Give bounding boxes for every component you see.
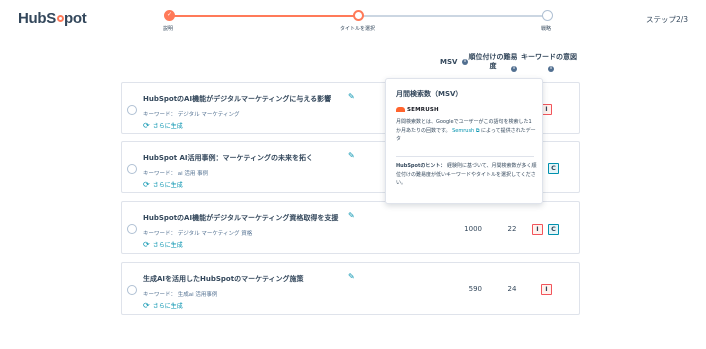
step-2-label: タイトルを選択: [340, 26, 376, 32]
edit-pencil-icon[interactable]: ✎: [348, 211, 355, 220]
check-icon: ✓: [167, 11, 173, 18]
step-2-dot: [353, 10, 364, 21]
title-radio[interactable]: [127, 105, 137, 115]
semrush-link[interactable]: Semrush ⧉: [452, 128, 479, 134]
title-option-text: HubSpotのAI機能がデジタルマーケティングに与える影響: [143, 95, 332, 103]
title-option-card[interactable]: 生成AIを活用したHubSpotのマーケティング施策 ✎ キーワード： 生成ai…: [121, 262, 580, 315]
semrush-logo: SEMRUSH: [396, 107, 439, 113]
tooltip-body: 月間検索数とは、Googleでユーザーがこの語句を検索した1か月あたりの回数です…: [396, 119, 536, 142]
keyword-label: キーワード： 生成ai 活用事例: [143, 292, 218, 298]
intent-tag-informational: I: [532, 224, 543, 235]
stepper-track-pending: [358, 15, 547, 17]
edit-pencil-icon[interactable]: ✎: [348, 151, 355, 160]
step-1-dot[interactable]: ✓: [164, 10, 175, 21]
title-radio[interactable]: [127, 164, 137, 174]
difficulty-value: 22: [507, 225, 517, 233]
keyword-label: キーワード： デジタル マーケティング 資格: [143, 231, 253, 237]
column-header-intent: キーワードの意図: [521, 53, 577, 61]
msv-value: 1000: [464, 225, 482, 233]
edit-pencil-icon[interactable]: ✎: [348, 92, 355, 101]
regenerate-link[interactable]: ⟳ さらに生成: [143, 121, 183, 130]
msv-value: 590: [468, 285, 482, 293]
stepper-track-complete: [169, 15, 358, 17]
tooltip-title: 月間検索数（MSV）: [396, 90, 463, 98]
title-radio[interactable]: [127, 285, 137, 295]
semrush-mark-icon: [396, 107, 405, 112]
intent-info-icon[interactable]: i: [548, 66, 554, 72]
title-option-card[interactable]: HubSpotのAI機能がデジタルマーケティング資格取得を支援 ✎ キーワード：…: [121, 201, 580, 254]
keyword-label: キーワード： ai 活用 事例: [143, 171, 209, 177]
edit-pencil-icon[interactable]: ✎: [348, 272, 355, 281]
intent-tag-commercial: C: [548, 163, 559, 174]
tooltip-divider: [396, 156, 534, 157]
difficulty-info-icon[interactable]: i: [511, 66, 517, 72]
step-3-label: 戦略: [541, 26, 552, 32]
refresh-icon: ⟳: [143, 180, 150, 189]
progress-stepper: ✓ 説明 タイトルを選択 戦略: [0, 0, 706, 40]
regenerate-link[interactable]: ⟳ さらに生成: [143, 180, 183, 189]
title-option-text: 生成AIを活用したHubSpotのマーケティング施策: [143, 275, 304, 283]
tooltip-hint: HubSpotのヒント： 経験則に基づいて、月間検索数が多く順位付けの難易度が低…: [396, 163, 537, 186]
external-link-icon: ⧉: [475, 127, 480, 134]
keyword-label: キーワード： デジタル マーケティング: [143, 112, 240, 118]
refresh-icon: ⟳: [143, 121, 150, 130]
regenerate-link[interactable]: ⟳ さらに生成: [143, 301, 183, 310]
column-header-msv: MSV: [440, 58, 458, 66]
step-1-label: 説明: [163, 26, 174, 32]
title-option-text: HubSpotのAI機能がデジタルマーケティング資格取得を支援: [143, 214, 339, 222]
intent-tag-informational: I: [541, 284, 552, 295]
refresh-icon: ⟳: [143, 301, 150, 310]
step-3-dot: [542, 10, 553, 21]
title-option-text: HubSpot AI活用事例：マーケティングの未来を拓く: [143, 154, 313, 162]
refresh-icon: ⟳: [143, 240, 150, 249]
title-radio[interactable]: [127, 224, 137, 234]
difficulty-value: 24: [507, 285, 517, 293]
msv-tooltip: 月間検索数（MSV） SEMRUSH 月間検索数とは、Googleでユーザーがこ…: [385, 78, 543, 204]
intent-tag-commercial: C: [548, 224, 559, 235]
regenerate-link[interactable]: ⟳ さらに生成: [143, 240, 183, 249]
